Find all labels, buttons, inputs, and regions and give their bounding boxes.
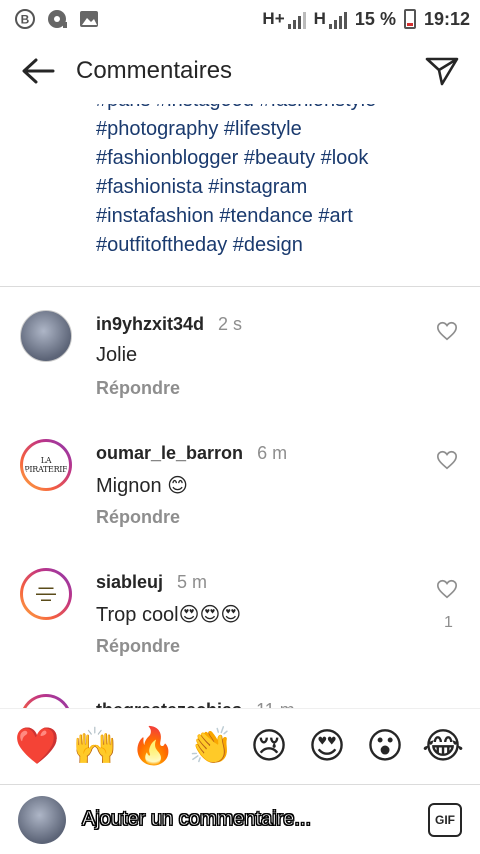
- comment-time: 5 m: [177, 572, 208, 592]
- heart-outline-icon[interactable]: [436, 449, 458, 471]
- media-record-icon: [46, 8, 68, 30]
- paper-plane-icon: [425, 57, 459, 86]
- emoji-tears-of-joy[interactable]: 😂: [419, 728, 467, 765]
- network-type-2: H: [313, 9, 326, 28]
- gif-button[interactable]: GIF: [428, 802, 462, 837]
- back-button[interactable]: [18, 51, 58, 91]
- comment-item: in9yhzxit34d 2 s Jolie Répondre: [0, 310, 480, 430]
- comment-header: oumar_le_barron 6 m: [96, 443, 287, 464]
- hashtag-line[interactable]: #fashionblogger #beauty #look: [96, 144, 466, 173]
- emoji-bar: ❤️ 🙌 🔥 👏 😢 😍 😮 😂: [0, 708, 480, 784]
- hashtag-line[interactable]: #outfitoftheday #design: [96, 231, 466, 260]
- comment-time: 11 m: [256, 700, 295, 708]
- comments-list[interactable]: #paris #instagood #fashionstyle #photogr…: [0, 104, 480, 708]
- arrow-left-icon: [22, 58, 55, 84]
- comment-time: 6 m: [257, 443, 288, 463]
- like-count: 1: [444, 614, 453, 631]
- emoji-heart-eyes[interactable]: 😍: [303, 728, 351, 765]
- image-icon: [78, 8, 100, 30]
- network-indicator-1: H+: [262, 9, 306, 29]
- hashtag-line[interactable]: #instafashion #tendance #art: [96, 202, 466, 231]
- reply-button[interactable]: Répondre: [96, 636, 180, 657]
- status-bar-right: H+ H 15 % 19:12: [262, 9, 470, 30]
- hashtag-line[interactable]: #paris #instagood #fashionstyle: [96, 104, 466, 115]
- svg-text:B: B: [21, 13, 30, 27]
- avatar-logo-text: LA PIRATERIE: [24, 456, 68, 474]
- comment-username[interactable]: in9yhzxit34d: [96, 314, 204, 334]
- avatar-logo: LA PIRATERIE: [23, 442, 69, 488]
- emoji-surprised-face[interactable]: 😮: [361, 728, 409, 765]
- comment-input[interactable]: Ajouter un commentaire...: [82, 808, 428, 831]
- signal-bars-icon: [328, 11, 347, 29]
- emoji-clapping-hands[interactable]: 👏: [187, 728, 235, 765]
- comment-item: ▬▬▬ ▬▬▬▬ ▬▬ siableuj 5 m Trop cool😍😍😍 Répon…: [0, 568, 480, 688]
- avatar[interactable]: ▬▬▬ ▬▬▬▬ ▬▬: [20, 568, 72, 620]
- hashtag-line[interactable]: #fashionista #instagram: [96, 173, 466, 202]
- comment-header: thegreatezechias 11 m: [96, 700, 295, 708]
- comment-username[interactable]: thegreatezechias: [96, 700, 242, 708]
- caption-hashtags: #paris #instagood #fashionstyle #photogr…: [96, 104, 466, 260]
- comment-text: Jolie: [96, 344, 138, 366]
- share-button[interactable]: [422, 51, 462, 91]
- my-avatar: [18, 795, 66, 844]
- comment-item: LA PIRATERIE oumar_le_barron 6 m Mignon 😊…: [0, 439, 480, 559]
- avatar-logo-graphic: ▬▬▬ ▬▬▬▬ ▬▬: [36, 585, 56, 603]
- clock: 19:12: [423, 8, 470, 29]
- comment-time: 2 s: [218, 314, 243, 334]
- comment-header: siableuj 5 m: [96, 572, 207, 593]
- reply-button[interactable]: Répondre: [96, 378, 180, 399]
- comment-text: Mignon 😊: [96, 475, 189, 497]
- status-bar-left: B: [14, 8, 100, 30]
- network-indicator-2: H: [314, 9, 347, 29]
- heart-outline-icon[interactable]: [436, 578, 458, 600]
- comment-header: in9yhzxit34d 2 s: [96, 314, 242, 335]
- avatar-logo: ▬▬▬ ▬▬▬▬ ▬▬: [23, 571, 69, 617]
- hashtag-line[interactable]: #photography #lifestyle: [96, 115, 466, 144]
- emoji-raising-hands[interactable]: 🙌: [71, 728, 119, 765]
- avatar-inner: [23, 697, 69, 708]
- page-title: Commentaires: [76, 57, 233, 84]
- top-bar: Commentaires: [0, 38, 480, 104]
- comment-username[interactable]: siableuj: [96, 572, 163, 592]
- emoji-red-heart[interactable]: ❤️: [13, 728, 61, 765]
- comment-text: Trop cool😍😍😍: [96, 604, 242, 626]
- avatar[interactable]: [20, 694, 72, 708]
- emoji-crying-face[interactable]: 😢: [245, 728, 293, 765]
- status-bar: B H+ H 15 % 19:12: [0, 0, 480, 38]
- app-b-icon: B: [14, 8, 36, 30]
- battery-percent: 15 %: [354, 8, 396, 29]
- emoji-fire[interactable]: 🔥: [129, 728, 177, 765]
- signal-bars-icon: [287, 11, 306, 29]
- network-type-1: H+: [262, 9, 285, 28]
- comment-composer: Ajouter un commentaire... GIF: [0, 784, 480, 854]
- avatar[interactable]: [20, 310, 72, 362]
- heart-outline-icon[interactable]: [436, 320, 458, 342]
- comment-username[interactable]: oumar_le_barron: [96, 443, 243, 463]
- battery-icon: [403, 9, 416, 29]
- caption-divider: [0, 286, 480, 287]
- avatar[interactable]: LA PIRATERIE: [20, 439, 72, 491]
- reply-button[interactable]: Répondre: [96, 507, 180, 528]
- comment-item-partial: thegreatezechias 11 m: [0, 692, 480, 708]
